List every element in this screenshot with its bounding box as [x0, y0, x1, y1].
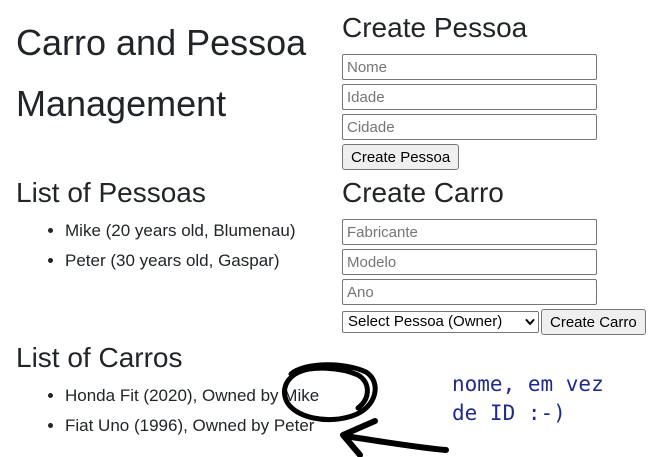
fabricante-input[interactable]: [342, 219, 597, 245]
list-item: Honda Fit (2020), Owned by Mike: [65, 381, 319, 411]
modelo-input[interactable]: [342, 249, 597, 275]
owner-select[interactable]: Select Pessoa (Owner): [342, 311, 539, 333]
carros-list-heading: List of Carros: [16, 342, 183, 373]
pessoas-list: Mike (20 years old, Blumenau) Peter (30 …: [16, 216, 296, 276]
list-item: Mike (20 years old, Blumenau): [65, 216, 296, 246]
page-title: Carro and Pessoa Management: [16, 22, 307, 124]
create-carro-heading: Create Carro: [342, 177, 504, 208]
owner-select-value: Select Pessoa (Owner): [348, 313, 503, 330]
list-item: Fiat Uno (1996), Owned by Peter: [65, 411, 319, 441]
arrow-left-icon: [340, 418, 449, 457]
carros-list: Honda Fit (2020), Owned by Mike Fiat Uno…: [16, 381, 319, 441]
pessoas-list-heading: List of Pessoas: [16, 177, 206, 208]
cidade-input[interactable]: [342, 114, 597, 140]
ano-input[interactable]: [342, 279, 597, 305]
idade-input[interactable]: [342, 84, 597, 110]
create-carro-button[interactable]: Create Carro: [541, 309, 646, 335]
create-pessoa-heading: Create Pessoa: [342, 12, 528, 43]
annotation-note: nome, em vez de ID :-): [452, 372, 604, 425]
chevron-down-icon: [525, 319, 535, 325]
create-pessoa-button[interactable]: Create Pessoa: [342, 144, 460, 170]
nome-input[interactable]: [342, 54, 597, 80]
list-item: Peter (30 years old, Gaspar): [65, 246, 296, 276]
